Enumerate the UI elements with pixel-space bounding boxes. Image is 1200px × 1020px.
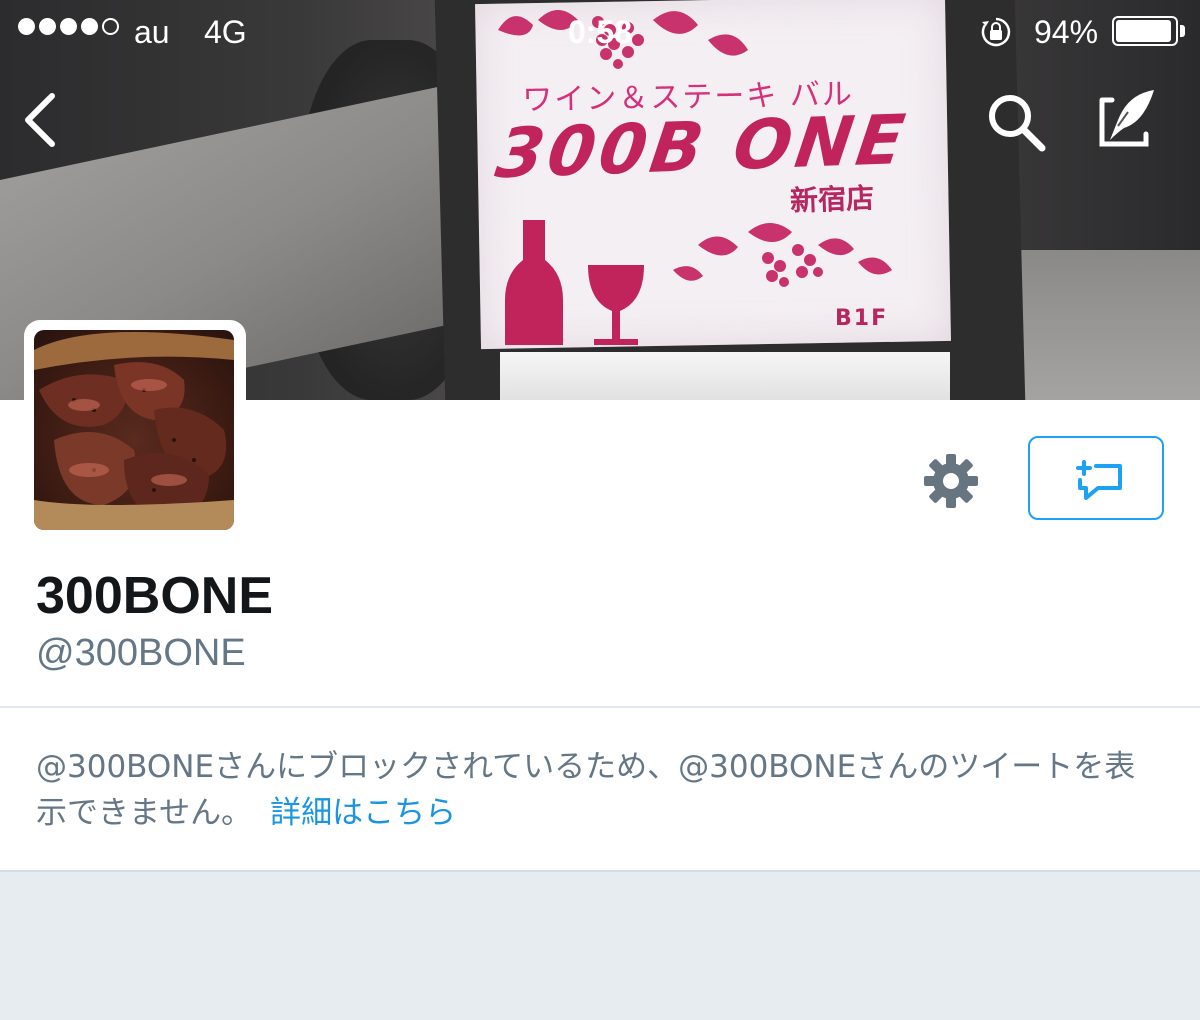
battery-icon xyxy=(1112,16,1178,46)
sign-floor: B1F xyxy=(835,306,889,331)
learn-more-link[interactable]: 詳細はこちら xyxy=(270,795,456,831)
battery-level xyxy=(1116,20,1171,42)
banner-sign-lightbox xyxy=(500,352,950,400)
blocked-notice-text: @300BONEさんにブロックされているため、@300BONEさんのツイートを表… xyxy=(36,744,1166,836)
compose-tweet-icon[interactable] xyxy=(1092,84,1162,154)
blocked-message: @300BONEさんにブロックされているため、@300BONEさんのツイートを表… xyxy=(36,749,1136,831)
rotation-lock-icon xyxy=(981,17,1011,47)
blocked-notice: @300BONEさんにブロックされているため、@300BONEさんのツイートを表… xyxy=(0,708,1200,872)
banner-wall-right xyxy=(1010,250,1200,400)
direct-message-button[interactable] xyxy=(1028,436,1164,520)
settings-gear-icon[interactable] xyxy=(920,450,982,512)
new-message-icon xyxy=(1076,460,1122,500)
status-time: 0:58 xyxy=(567,14,633,50)
battery-cap xyxy=(1180,25,1185,37)
back-chevron-icon[interactable] xyxy=(14,88,70,152)
battery-percentage: 94% xyxy=(1034,14,1099,50)
avatar[interactable] xyxy=(34,330,234,530)
sign-branch: 新宿店 xyxy=(789,181,875,218)
search-icon[interactable] xyxy=(984,90,1050,156)
status-bar: au 4G 0:58 94% xyxy=(0,0,1200,62)
profile-display-name: 300BONE xyxy=(36,567,273,625)
profile-handle: @300BONE xyxy=(36,632,246,674)
